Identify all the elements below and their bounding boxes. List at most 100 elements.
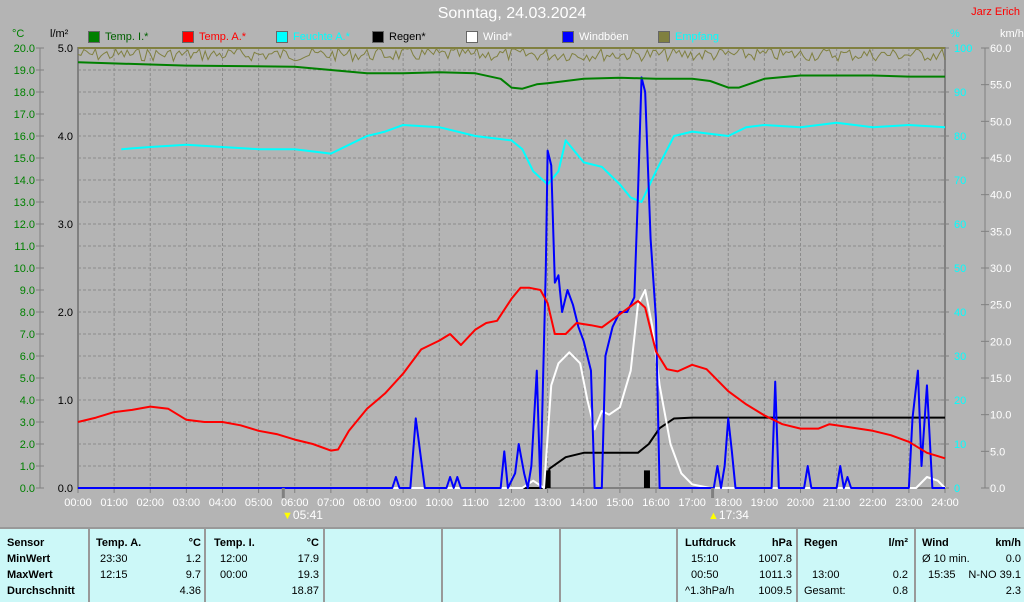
- temp-a-unit: °C: [188, 537, 201, 549]
- pressure-unit: hPa: [771, 537, 792, 549]
- legend-label: Wind*: [483, 31, 513, 43]
- wind-unit: km/h: [995, 537, 1021, 549]
- empty-column: [441, 529, 559, 602]
- x-tick-label: 01:00: [100, 497, 128, 509]
- x-tick-label: 20:00: [787, 497, 815, 509]
- temp-tick-label: 17.0: [14, 109, 35, 121]
- rain-unit: l/m²: [888, 537, 908, 549]
- x-tick-label: 11:00: [462, 497, 489, 509]
- temp-tick-label: 20.0: [14, 43, 35, 55]
- rain-max-time: 13:00: [812, 569, 840, 581]
- legend-label: Windböen: [579, 31, 629, 43]
- rain-tick-label: 4.0: [58, 131, 73, 143]
- empty-column: [323, 529, 441, 602]
- temp-i-min: 17.9: [297, 553, 319, 565]
- temp-tick-label: 4.0: [20, 395, 35, 407]
- rain-max: 0.2: [892, 569, 908, 581]
- humidity-tick-label: 0: [954, 483, 960, 495]
- legend-swatch: [372, 31, 384, 43]
- legend-swatch: [182, 31, 194, 43]
- wind-tick-label: 55.0: [990, 80, 1011, 92]
- pressure-max-time: 00:50: [691, 569, 719, 581]
- humidity-tick-label: 100: [954, 43, 972, 55]
- legend-item: Regen*: [372, 31, 426, 43]
- x-tick-label: 02:00: [136, 497, 164, 509]
- wind-avg-label: Ø 10 min.: [922, 553, 970, 565]
- x-tick-label: 03:00: [173, 497, 201, 509]
- legend-label: Feuchte A.*: [293, 31, 350, 43]
- x-tick-label: 13:00: [534, 497, 562, 509]
- temp-i-avg: 18.87: [291, 585, 319, 597]
- sunrise-marker: ▼05:41: [282, 508, 323, 522]
- wind-column: Wind km/h Ø 10 min. 0.0 15:35 N-NO 39.1 …: [914, 529, 1024, 602]
- legend-item: Feuchte A.*: [276, 31, 350, 43]
- legend-label: Regen*: [389, 31, 426, 43]
- wind-tick-label: 45.0: [990, 153, 1011, 165]
- pressure-trend: ^1.3hPa/h: [685, 585, 735, 597]
- temp-a-column: Temp. A. °C 23:30 1.2 12:15 9.7 4.36: [88, 529, 205, 602]
- pressure-max: 1011.3: [759, 569, 792, 581]
- author-label: Jarz Erich: [971, 6, 1020, 18]
- x-tick-label: 09:00: [389, 497, 417, 509]
- x-tick-label: 21:00: [823, 497, 851, 509]
- wind-tick-label: 60.0: [990, 43, 1011, 55]
- wind-tick-label: 5.0: [990, 446, 1005, 458]
- legend-swatch: [562, 31, 574, 43]
- temp-tick-label: 19.0: [14, 65, 35, 77]
- humidity-tick-label: 80: [954, 131, 966, 143]
- row-label-max: MaxWert: [7, 569, 53, 581]
- x-tick-label: 19:00: [751, 497, 779, 509]
- pressure-column: Luftdruck hPa 15:10 1007.8 00:50 1011.3 …: [676, 529, 796, 602]
- rain-tick-label: 1.0: [58, 395, 73, 407]
- legend-label: Temp. A.*: [199, 31, 247, 43]
- humidity-tick-label: 90: [954, 87, 966, 99]
- humidity-tick-label: 70: [954, 175, 966, 187]
- legend-item: Temp. I.*: [88, 31, 148, 43]
- pressure-min: 1007.8: [758, 553, 792, 565]
- temp-tick-label: 8.0: [20, 307, 35, 319]
- humidity-tick-label: 30: [954, 351, 966, 363]
- weather-chart: 0.0 1.0 2.0 3.0 4.0 5.0 6.0 7.0 8.0 9.0 10.0 11.0 12…: [14, 43, 1012, 509]
- legend-label: Empfang: [675, 31, 720, 43]
- temp-i-unit: °C: [306, 537, 319, 549]
- rain-bar: [643, 470, 650, 488]
- x-tick-label: 15:00: [606, 497, 634, 509]
- legend-swatch: [466, 31, 478, 43]
- temp-i-header: Temp. I.: [214, 537, 255, 549]
- temp-tick-label: 15.0: [14, 153, 35, 165]
- temp-a-min-time: 23:30: [100, 553, 128, 565]
- wind-tick-label: 20.0: [990, 336, 1011, 348]
- legend-item: Temp. A.*: [182, 31, 246, 43]
- wind-avg: 0.0: [1005, 553, 1021, 565]
- sunrise-icon: ▼: [282, 510, 293, 522]
- rain-column: Regen l/m² 13:00 0.2 Gesamt: 0.8: [796, 529, 914, 602]
- sunset-time: 17:34: [718, 508, 749, 522]
- humidity-tick-label: 60: [954, 219, 966, 231]
- temp-tick-label: 12.0: [14, 219, 35, 231]
- legend-item: Windböen: [562, 31, 629, 43]
- temp-i-min-time: 12:00: [220, 553, 248, 565]
- temp-a-avg: 4.36: [179, 585, 201, 597]
- temp-tick-label: 2.0: [20, 439, 35, 451]
- x-tick-label: 00:00: [64, 497, 92, 509]
- sensor-header: Sensor: [7, 537, 45, 549]
- x-tick-label: 10:00: [425, 497, 453, 509]
- x-tick-label: 23:00: [895, 497, 923, 509]
- wind-max: N-NO 39.1: [968, 569, 1021, 581]
- temp-tick-label: 13.0: [14, 197, 35, 209]
- temp-i-max: 19.3: [297, 569, 319, 581]
- series-line-feuchte-a: [121, 121, 946, 203]
- temp-i-max-time: 00:00: [220, 569, 248, 581]
- wind-tick-label: 40.0: [990, 190, 1011, 202]
- temp-tick-label: 5.0: [20, 373, 35, 385]
- humidity-axis-unit: %: [950, 28, 960, 40]
- x-tick-label: 17:00: [678, 497, 706, 509]
- sunset-icon: ▲: [708, 510, 719, 522]
- rain-header: Regen: [804, 537, 838, 549]
- temp-tick-label: 3.0: [20, 417, 35, 429]
- chart-title: Sonntag, 24.03.2024: [437, 5, 587, 22]
- legend-swatch: [88, 31, 100, 43]
- sensor-column: Sensor MinWert MaxWert Durchschnitt: [0, 529, 90, 602]
- legend-item: Empfang: [658, 31, 719, 43]
- wind-tick-label: 0.0: [990, 483, 1005, 495]
